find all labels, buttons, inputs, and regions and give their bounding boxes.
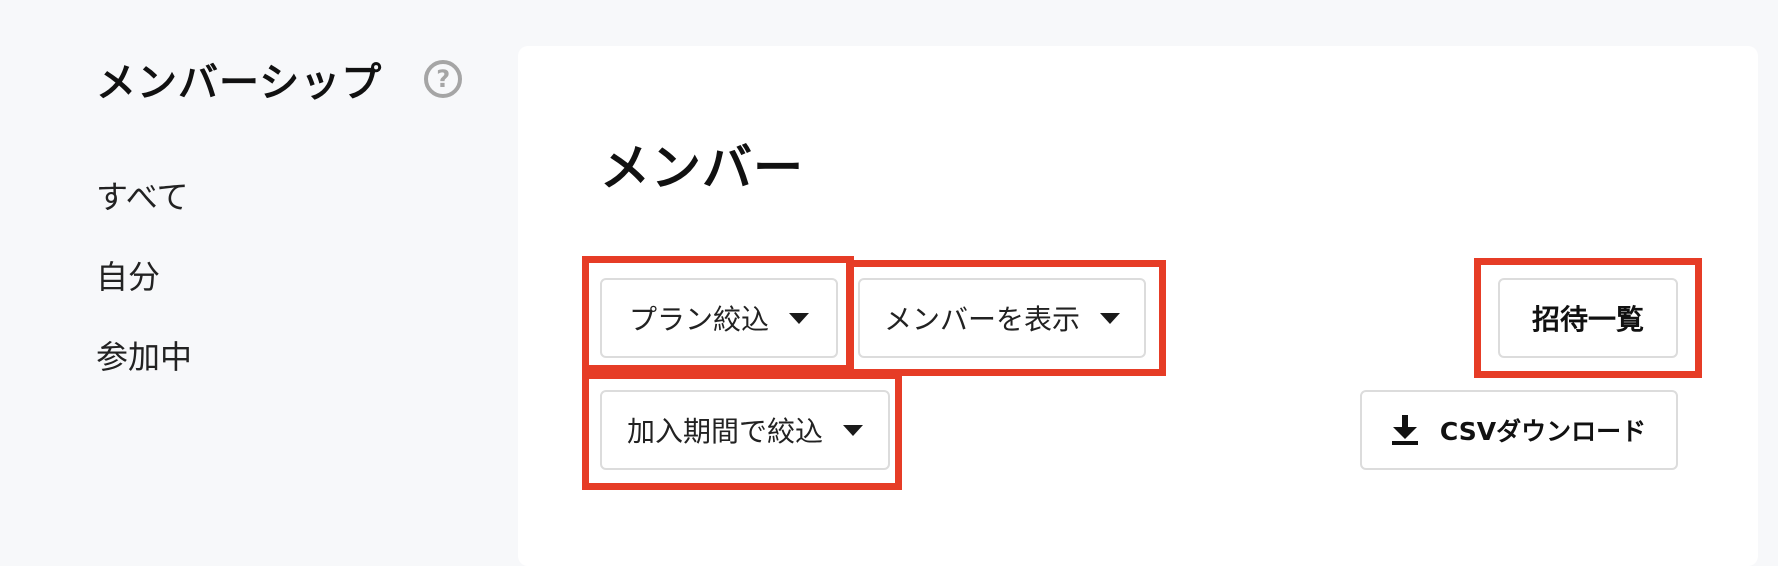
page-title: メンバー xyxy=(600,139,804,197)
plan-filter-label: プラン絞込 xyxy=(628,303,769,336)
sidebar-title: メンバーシップ xyxy=(96,60,383,106)
invite-list-button[interactable]: 招待一覧 xyxy=(1498,278,1678,358)
main-panel: メンバー プラン絞込 メンバーを表示 加入期間で絞込 招待一覧 CSVダウンロー… xyxy=(518,46,1758,566)
chevron-down-icon xyxy=(843,424,863,436)
csv-download-label: CSVダウンロード xyxy=(1439,417,1647,446)
help-icon[interactable]: ? xyxy=(424,60,463,98)
period-filter-dropdown[interactable]: 加入期間で絞込 xyxy=(600,390,890,470)
sidebar-item-joined[interactable]: 参加中 xyxy=(96,332,192,378)
sidebar-item-all[interactable]: すべて xyxy=(96,172,188,218)
sidebar-item-mine[interactable]: 自分 xyxy=(96,252,160,298)
period-filter-label: 加入期間で絞込 xyxy=(626,415,823,448)
sidebar-header: メンバーシップ ? xyxy=(96,50,463,108)
plan-filter-dropdown[interactable]: プラン絞込 xyxy=(600,278,838,358)
download-icon xyxy=(1391,415,1418,445)
member-display-dropdown[interactable]: メンバーを表示 xyxy=(858,278,1146,358)
chevron-down-icon xyxy=(1100,312,1120,324)
chevron-down-icon xyxy=(789,312,809,324)
invite-list-label: 招待一覧 xyxy=(1531,303,1644,336)
sidebar: メンバーシップ ? すべて 自分 参加中 xyxy=(0,0,518,506)
csv-download-button[interactable]: CSVダウンロード xyxy=(1360,390,1678,470)
member-display-label: メンバーを表示 xyxy=(883,303,1080,336)
